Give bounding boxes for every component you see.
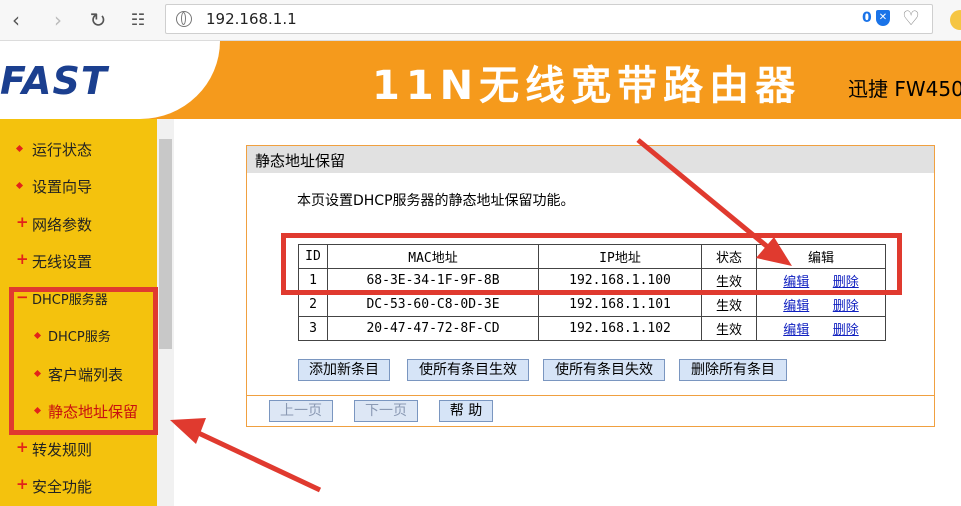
arrow-to-menu-head (170, 418, 206, 444)
arrow-to-edit-line (636, 138, 777, 255)
annotation-arrows (170, 138, 792, 493)
arrow-to-menu-line (190, 427, 322, 493)
